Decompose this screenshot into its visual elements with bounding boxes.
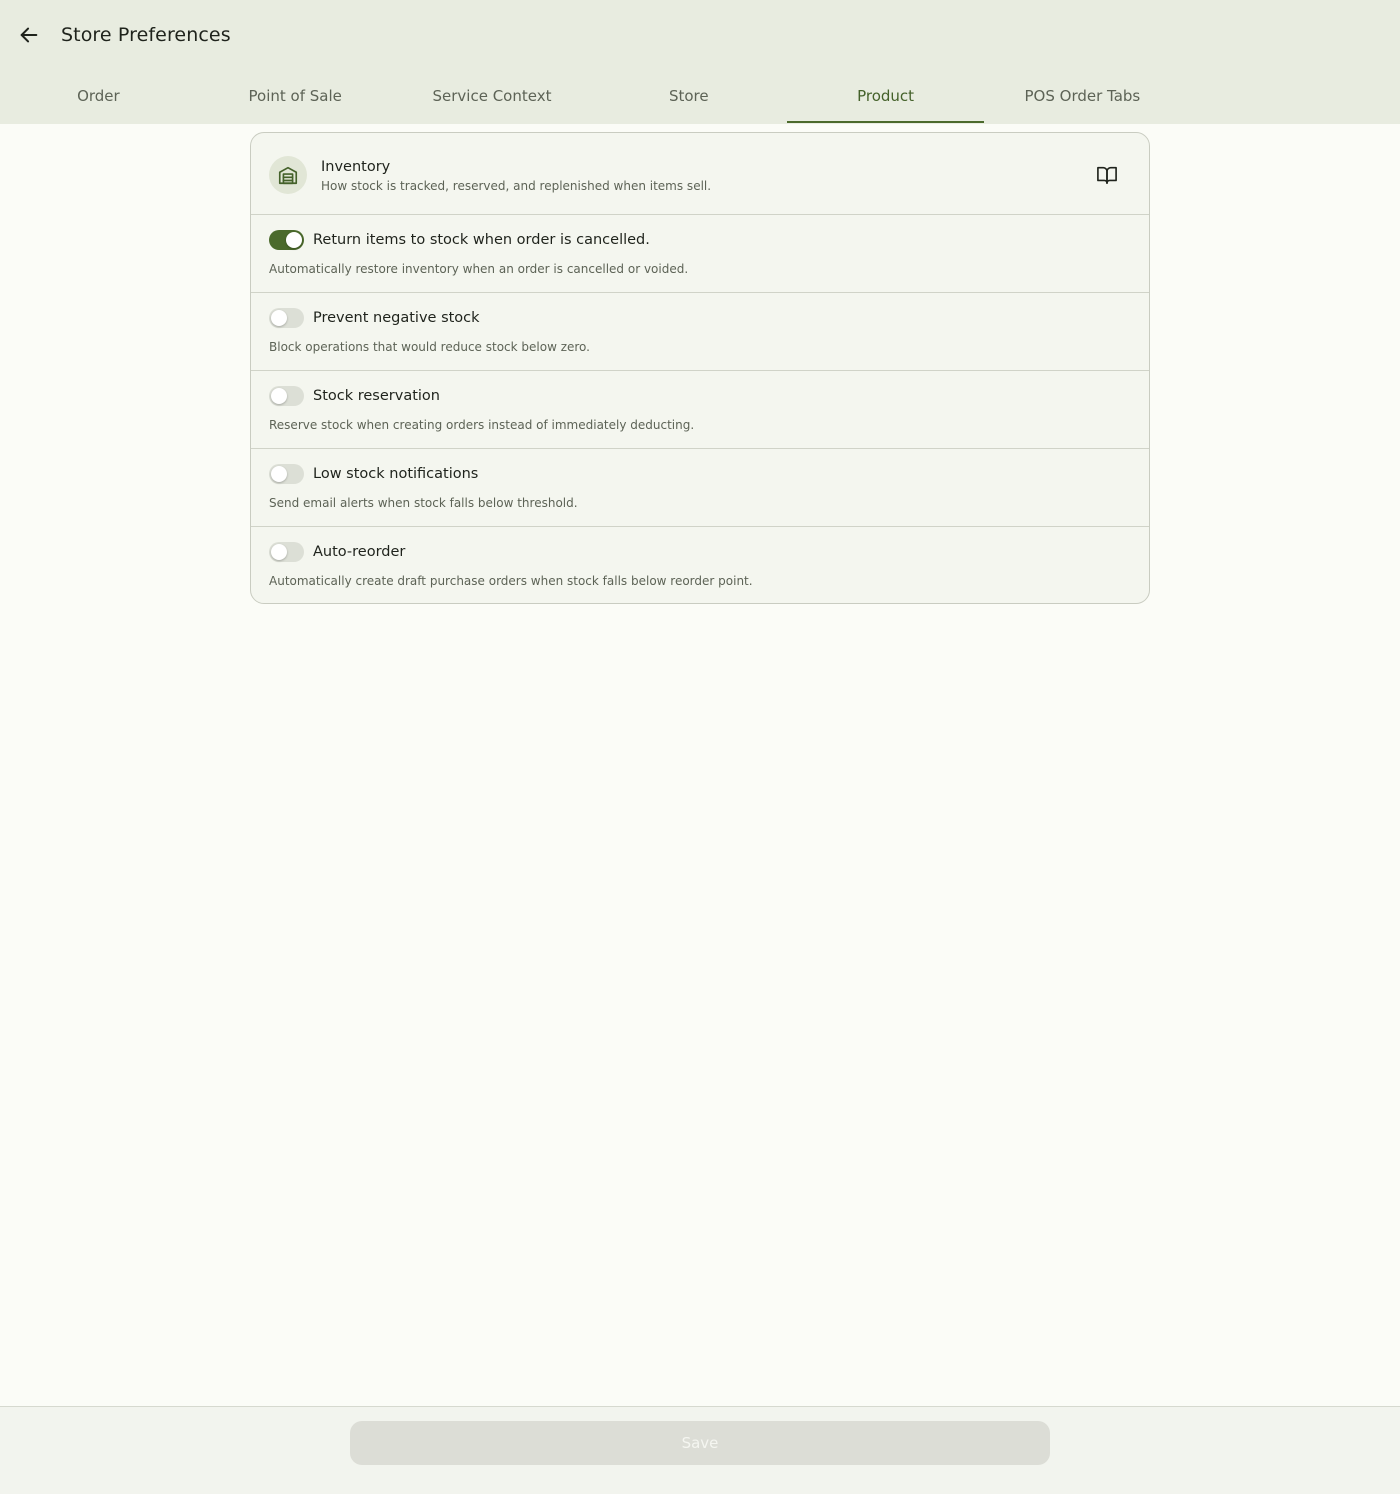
setting-stock-reservation: Stock reservation Reserve stock when cre…: [251, 371, 1149, 449]
section-title: Inventory: [321, 159, 391, 175]
book-open-icon: [1097, 166, 1117, 184]
toggle-switch[interactable]: [269, 230, 304, 250]
setting-description: Automatically create draft purchase orde…: [269, 574, 753, 588]
toggle-switch[interactable]: [269, 308, 304, 328]
tab-store[interactable]: Store: [590, 70, 787, 124]
setting-description: Automatically restore inventory when an …: [269, 262, 689, 276]
setting-title: Stock reservation: [313, 388, 440, 404]
toggle-switch[interactable]: [269, 386, 304, 406]
toggle-knob: [271, 388, 287, 404]
tab-bar: Order Point of Sale Service Context Stor…: [0, 70, 1181, 124]
footer-bar: Save: [0, 1406, 1400, 1494]
toggle-switch[interactable]: [269, 542, 304, 562]
docs-button[interactable]: [1095, 164, 1119, 186]
setting-title: Low stock notifications: [313, 466, 479, 482]
setting-prevent-negative-stock: Prevent negative stock Block operations …: [251, 293, 1149, 371]
tab-pos-order-tabs[interactable]: POS Order Tabs: [984, 70, 1181, 124]
arrow-left-icon: [20, 27, 38, 43]
toggle-knob: [286, 232, 302, 248]
save-button[interactable]: Save: [350, 1421, 1050, 1465]
toggle-knob: [271, 466, 287, 482]
tab-product[interactable]: Product: [787, 70, 984, 124]
section-header: Inventory How stock is tracked, reserved…: [251, 133, 1149, 215]
tab-service-context[interactable]: Service Context: [394, 70, 591, 124]
toggle-knob: [271, 544, 287, 560]
setting-description: Block operations that would reduce stock…: [269, 340, 590, 354]
page-title: Store Preferences: [61, 24, 231, 46]
setting-description: Reserve stock when creating orders inste…: [269, 418, 695, 432]
setting-title: Prevent negative stock: [313, 310, 480, 326]
setting-low-stock-notifications: Low stock notifications Send email alert…: [251, 449, 1149, 527]
warehouse-icon: [269, 156, 307, 194]
setting-description: Send email alerts when stock falls below…: [269, 496, 578, 510]
tab-order[interactable]: Order: [0, 70, 197, 124]
top-bar: Store Preferences: [0, 0, 1400, 70]
inventory-settings-card: Inventory How stock is tracked, reserved…: [250, 132, 1150, 604]
toggle-knob: [271, 310, 287, 326]
back-button[interactable]: [14, 20, 44, 50]
setting-title: Return items to stock when order is canc…: [313, 232, 650, 248]
setting-title: Auto-reorder: [313, 544, 406, 560]
toggle-switch[interactable]: [269, 464, 304, 484]
setting-return-items-to-stock: Return items to stock when order is canc…: [251, 215, 1149, 293]
section-subtitle: How stock is tracked, reserved, and repl…: [321, 179, 712, 193]
tab-point-of-sale[interactable]: Point of Sale: [197, 70, 394, 124]
app-header: Store Preferences Order Point of Sale Se…: [0, 0, 1400, 124]
setting-auto-reorder: Auto-reorder Automatically create draft …: [251, 527, 1149, 603]
